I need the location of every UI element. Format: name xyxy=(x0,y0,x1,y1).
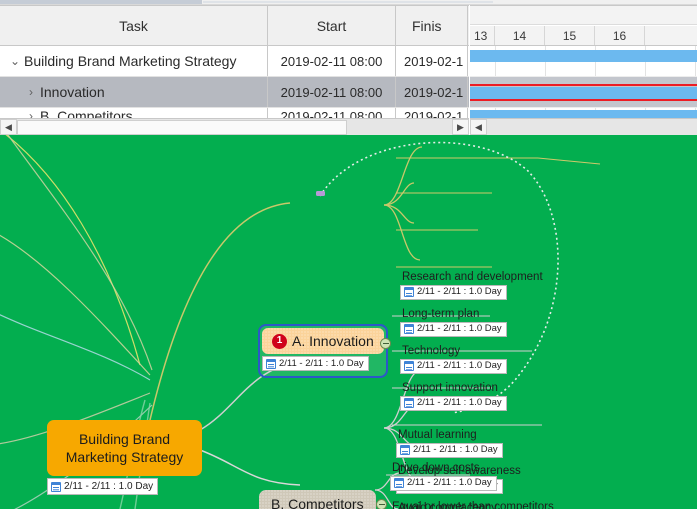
innovation-date-chip[interactable]: 2/11 - 2/11 : 1.0 Day xyxy=(262,356,369,371)
column-header-finish[interactable]: Finis xyxy=(396,6,468,45)
start-cell[interactable]: 2019-02-11 08:00 xyxy=(268,46,396,76)
subtopic-date-chip[interactable]: 2/11 - 2/11 : 1.0 Day xyxy=(390,476,497,491)
chevron-down-icon[interactable]: ⌄ xyxy=(6,55,24,67)
competitors-node-box[interactable]: B. Competitors xyxy=(259,490,376,509)
innovation-node-label: A. Innovation xyxy=(292,333,374,349)
table-row[interactable]: › Innovation 2019-02-11 08:00 2019-02-1 xyxy=(0,77,469,108)
mindmap-subtopic-technology[interactable]: Technology 2/11 - 2/11 : 1.0 Day xyxy=(400,345,507,376)
subtopic-label: Long-term plan xyxy=(400,308,507,321)
subtopic-date-chip[interactable]: 2/11 - 2/11 : 1.0 Day xyxy=(400,359,507,374)
subtopic-date-chip[interactable]: 2/11 - 2/11 : 1.0 Day xyxy=(400,396,507,411)
timeline-day-tick: 15 xyxy=(545,26,595,45)
innovation-date-label: 2/11 - 2/11 : 1.0 Day xyxy=(279,359,364,369)
priority-badge-icon: 1 xyxy=(272,334,287,349)
calendar-icon xyxy=(404,398,414,408)
mindmap-subtopic-support-innovation[interactable]: Support innovation 2/11 - 2/11 : 1.0 Day xyxy=(400,382,507,413)
mindmap-subtopic-equal-or-lower-than-competitors[interactable]: Equal or lower than competitors xyxy=(390,501,554,509)
task-table-header: Task Start Finis xyxy=(0,5,469,46)
timeline-row xyxy=(470,77,697,108)
timeline-row xyxy=(470,108,697,118)
column-header-task[interactable]: Task xyxy=(0,6,268,45)
gantt-timeline: 13 14 15 16 xyxy=(470,5,697,118)
root-node-box[interactable]: Building Brand Marketing Strategy xyxy=(47,420,202,476)
calendar-icon xyxy=(394,478,404,488)
competitors-node-label: B. Competitors xyxy=(271,496,364,509)
subtopic-date-chip[interactable]: 2/11 - 2/11 : 1.0 Day xyxy=(400,285,507,300)
subtopic-date-label: 2/11 - 2/11 : 1.0 Day xyxy=(417,398,502,408)
root-date-label: 2/11 - 2/11 : 1.0 Day xyxy=(64,482,153,492)
timeline-grid xyxy=(470,46,697,118)
collapse-handle-innovation[interactable] xyxy=(380,338,391,349)
timeline-header-month xyxy=(470,5,697,25)
root-date-chip[interactable]: 2/11 - 2/11 : 1.0 Day xyxy=(47,478,158,495)
subtopic-date-label: 2/11 - 2/11 : 1.0 Day xyxy=(417,287,502,297)
calendar-icon xyxy=(400,445,410,455)
mindmap-subtopic-research-and-development[interactable]: Research and development 2/11 - 2/11 : 1… xyxy=(400,271,543,302)
calendar-icon xyxy=(266,359,276,369)
calendar-icon xyxy=(404,287,414,297)
mindmap-branch-innovation[interactable]: 1 A. Innovation 2/11 - 2/11 : 1.0 Day xyxy=(258,324,388,378)
task-cell[interactable]: › Innovation xyxy=(0,77,268,107)
chevron-right-icon[interactable]: › xyxy=(22,86,40,98)
root-title-line1: Building Brand xyxy=(79,430,170,448)
finish-cell[interactable]: 2019-02-1 xyxy=(396,46,468,76)
subtopic-date-label: 2/11 - 2/11 : 1.0 Day xyxy=(413,445,498,455)
subtopic-label: Equal or lower than competitors xyxy=(390,501,554,509)
scroll-left-button[interactable]: ◀ xyxy=(470,119,487,135)
mindmap-canvas[interactable]: Building Brand Marketing Strategy 2/11 -… xyxy=(0,135,697,509)
critical-path-line xyxy=(470,84,697,86)
timeline-day-tick: 13 xyxy=(470,26,495,45)
task-table-body: ⌄ Building Brand Marketing Strategy 2019… xyxy=(0,46,469,118)
timeline-row xyxy=(470,46,697,77)
top-scrollbar-thumb[interactable] xyxy=(0,0,202,4)
mindmap-subtopic-mutual-learning[interactable]: Mutual learning 2/11 - 2/11 : 1.0 Day xyxy=(396,429,503,460)
scroll-right-button[interactable]: ▶ xyxy=(452,119,469,135)
selection-outline[interactable]: 1 A. Innovation 2/11 - 2/11 : 1.0 Day xyxy=(258,324,388,378)
gantt-bar-summary[interactable] xyxy=(470,50,697,62)
column-header-start[interactable]: Start xyxy=(268,6,396,45)
innovation-node-box[interactable]: 1 A. Innovation xyxy=(262,328,384,354)
subtopic-label: Drive down costs xyxy=(390,462,497,475)
application-window: Task Start Finis ⌄ Building Brand Market… xyxy=(0,0,697,509)
timeline-header-days: 13 14 15 16 xyxy=(470,26,697,46)
task-cell[interactable]: ⌄ Building Brand Marketing Strategy xyxy=(0,46,268,76)
gantt-bar-task[interactable] xyxy=(470,87,697,99)
subtopic-label: Support innovation xyxy=(400,382,507,395)
subtopic-date-chip[interactable]: 2/11 - 2/11 : 1.0 Day xyxy=(396,443,503,458)
mindmap-subtopic-long-term-plan[interactable]: Long-term plan 2/11 - 2/11 : 1.0 Day xyxy=(400,308,507,339)
timeline-horizontal-scrollbar[interactable]: ◀ xyxy=(470,118,697,135)
subtopic-date-label: 2/11 - 2/11 : 1.0 Day xyxy=(407,478,492,488)
scroll-left-button[interactable]: ◀ xyxy=(0,119,17,135)
table-horizontal-scrollbar[interactable]: ◀ ▶ xyxy=(0,118,469,135)
subtopic-label: Technology xyxy=(400,345,507,358)
calendar-icon xyxy=(51,482,61,492)
task-name-label: Building Brand Marketing Strategy xyxy=(24,53,236,69)
collapse-handle-competitors[interactable] xyxy=(376,499,387,509)
mindmap-root-node[interactable]: Building Brand Marketing Strategy 2/11 -… xyxy=(47,420,202,497)
gantt-bar-task[interactable] xyxy=(470,110,697,118)
subtopic-date-label: 2/11 - 2/11 : 1.0 Day xyxy=(417,324,502,334)
top-scrollbar-track[interactable] xyxy=(203,1,493,3)
start-cell[interactable]: 2019-02-11 08:00 xyxy=(268,77,396,107)
task-name-label: Innovation xyxy=(40,84,105,100)
critical-path-line xyxy=(470,99,697,101)
table-row[interactable]: ⌄ Building Brand Marketing Strategy 2019… xyxy=(0,46,469,77)
calendar-icon xyxy=(404,361,414,371)
task-table: Task Start Finis ⌄ Building Brand Market… xyxy=(0,5,469,118)
subtopic-label: Research and development xyxy=(400,271,543,284)
timeline-day-tick: 16 xyxy=(595,26,645,45)
mindmap-branch-competitors[interactable]: B. Competitors 2/11 - 2/11 : 1.0 Day xyxy=(259,490,376,509)
scrollbar-thumb[interactable] xyxy=(17,120,347,135)
gantt-task-pane: Task Start Finis ⌄ Building Brand Market… xyxy=(0,0,697,135)
calendar-icon xyxy=(404,324,414,334)
finish-cell[interactable]: 2019-02-1 xyxy=(396,77,468,107)
root-title-line2: Marketing Strategy xyxy=(66,448,184,466)
timeline-day-tick: 14 xyxy=(495,26,545,45)
subtopic-label: Mutual learning xyxy=(396,429,503,442)
subtopic-date-chip[interactable]: 2/11 - 2/11 : 1.0 Day xyxy=(400,322,507,337)
subtopic-date-label: 2/11 - 2/11 : 1.0 Day xyxy=(417,361,502,371)
mindmap-subtopic-drive-down-costs[interactable]: Drive down costs 2/11 - 2/11 : 1.0 Day xyxy=(390,462,497,493)
